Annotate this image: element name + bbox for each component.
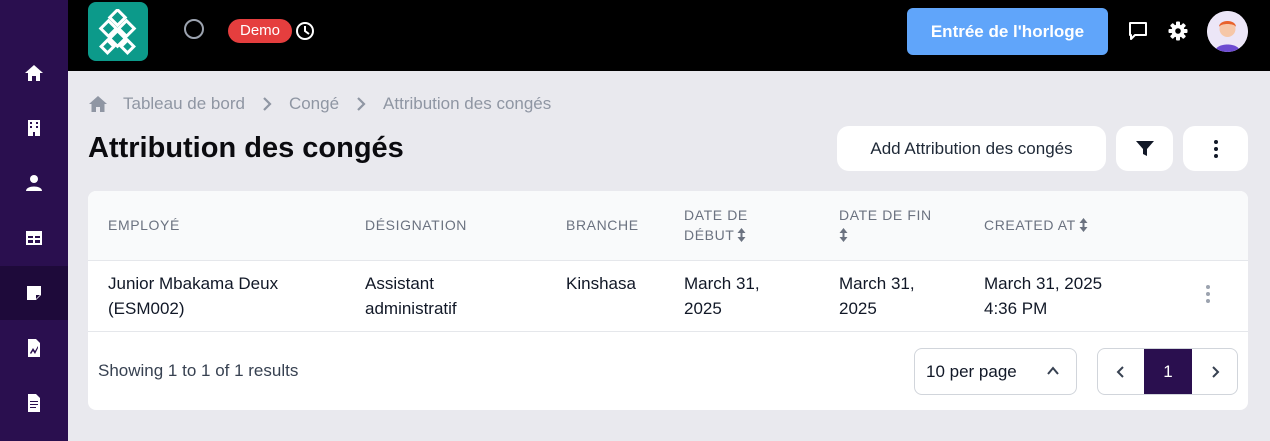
home-icon [25,65,43,81]
sidebar-item-leave[interactable] [0,266,68,320]
user-icon [26,175,42,191]
column-header-start-date-line1: DATE DE [684,207,748,223]
more-options-button[interactable] [1183,126,1248,171]
breadcrumb: Tableau de bord Congé Attribution des co… [88,92,551,116]
building-icon [28,120,40,136]
row-actions-icon[interactable] [1199,282,1217,306]
column-header-end-date-line1: DATE DE FIN [839,207,932,223]
column-header-designation: DÉSIGNATION [365,217,468,233]
cell-created-at-time: 4:36 PM [984,299,1048,318]
sidebar-item-home[interactable] [0,46,68,100]
chevron-up-icon [1047,366,1059,375]
cell-start-date: March 31, 2025 [684,271,760,321]
cell-designation-line2: administratif [365,299,457,318]
gear-icon[interactable] [1167,20,1189,42]
avatar-icon [1207,11,1248,52]
cell-employee-name: Junior Mbakama Deux [108,274,279,293]
document-icon [28,394,40,412]
cell-designation: Assistant administratif [365,271,457,321]
sort-icon [1079,218,1088,232]
per-page-value: 10 per page [926,361,1017,381]
cell-branch: Kinshasa [566,274,636,293]
filter-button[interactable] [1116,126,1173,171]
column-header-start-date-line2: DÉBUT [684,227,735,243]
table-row[interactable]: Junior Mbakama Deux (ESM002) Assistant a… [88,261,1248,332]
cell-start-date-line2: 2025 [684,299,722,318]
column-header-start-date[interactable]: DATE DE DÉBUT [684,205,748,245]
cell-end-date-line2: 2025 [839,299,877,318]
sidebar [0,0,68,441]
sort-icon [737,228,746,242]
leave-allocation-table: EMPLOYÉ DÉSIGNATION BRANCHE DATE DE DÉBU… [88,191,1248,410]
demo-badge: Demo [228,19,293,43]
breadcrumb-item-leave[interactable]: Congé [289,94,339,114]
cell-designation-line1: Assistant [365,274,434,293]
column-header-employee: EMPLOYÉ [108,217,180,233]
chevron-right-icon [263,97,272,111]
breadcrumb-item-current: Attribution des congés [383,94,552,113]
sidebar-item-employees[interactable] [0,156,68,210]
column-header-created-at[interactable]: CREATED AT [984,215,1088,235]
pagination: 1 [1097,348,1238,395]
per-page-select[interactable]: 10 per page [914,348,1077,395]
chat-icon[interactable] [1127,20,1149,42]
topbar: Demo Entrée de l'horloge [68,0,1270,71]
filter-icon [1135,140,1154,156]
cell-end-date: March 31, 2025 [839,271,915,321]
cell-employee-code: (ESM002) [108,299,185,318]
cell-created-at: March 31, 2025 4:36 PM [984,271,1102,321]
sidebar-item-reports[interactable] [0,321,68,375]
app-logo[interactable] [88,2,148,61]
table-header: EMPLOYÉ DÉSIGNATION BRANCHE DATE DE DÉBU… [88,191,1248,261]
user-avatar[interactable] [1207,11,1248,52]
chevron-left-icon [1116,365,1124,378]
sidebar-item-tables[interactable] [0,211,68,265]
page-button-current[interactable]: 1 [1144,349,1192,394]
column-header-created-at-label: CREATED AT [984,217,1076,233]
status-circle-icon[interactable] [184,19,204,39]
sidebar-item-branches[interactable] [0,101,68,155]
home-breadcrumb-icon[interactable] [88,95,108,113]
cell-start-date-line1: March 31, [684,274,760,293]
breadcrumb-item-dashboard[interactable]: Tableau de bord [123,94,245,114]
chevron-right-icon [357,97,366,111]
next-page-button[interactable] [1192,349,1237,394]
logo-icon [98,8,137,55]
note-icon [27,286,41,300]
previous-page-button[interactable] [1098,349,1144,394]
cell-employee: Junior Mbakama Deux (ESM002) [108,271,278,321]
page-title: Attribution des congés [88,132,404,164]
clock-icon[interactable] [295,21,315,41]
table-icon [26,231,42,245]
column-header-end-date[interactable]: DATE DE FIN [839,205,932,245]
sort-icon [839,228,848,242]
cell-created-at-date: March 31, 2025 [984,274,1103,293]
chart-file-icon [28,339,40,357]
chevron-right-icon [1212,365,1220,378]
sidebar-item-documents[interactable] [0,376,68,430]
add-allocation-button[interactable]: Add Attribution des congés [837,126,1106,171]
cell-end-date-line1: March 31, [839,274,915,293]
results-summary: Showing 1 to 1 of 1 results [98,361,299,380]
clock-in-button[interactable]: Entrée de l'horloge [907,8,1108,55]
more-vertical-icon [1213,139,1218,158]
column-header-branch: BRANCHE [566,217,639,233]
